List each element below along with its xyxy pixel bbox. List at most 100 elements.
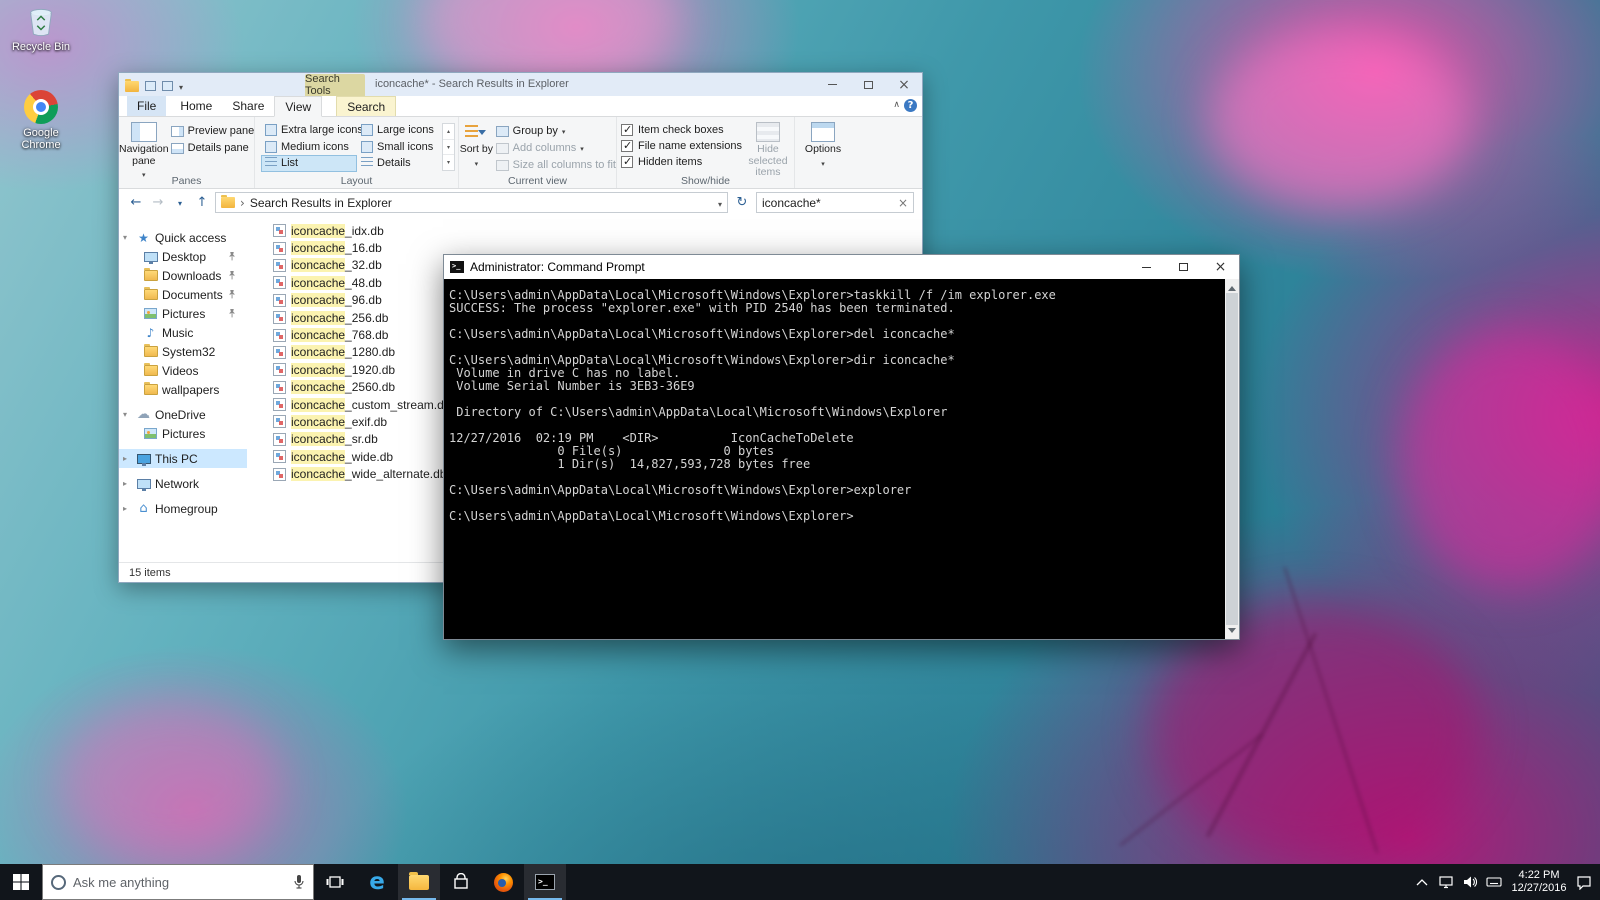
wallpaper-blob [1210, 30, 1470, 210]
network-status-button[interactable] [1434, 864, 1458, 900]
up-button[interactable] [193, 195, 211, 210]
show-hidden-icons-button[interactable] [1410, 864, 1434, 900]
tab-home[interactable]: Home [170, 96, 222, 116]
address-dropdown-icon[interactable] [718, 196, 722, 210]
gallery-more-icon[interactable] [443, 155, 454, 170]
tab-view[interactable]: View [274, 96, 323, 117]
scrollbar-thumb[interactable] [1226, 293, 1238, 625]
qat-properties-button[interactable] [145, 81, 156, 91]
search-input[interactable]: iconcache* [756, 192, 914, 213]
layout-extra-large-icons[interactable]: Extra large icons [261, 122, 363, 139]
layout-item-label: Small icons [377, 140, 434, 153]
qat-customize-chevron-icon[interactable] [179, 77, 183, 95]
gallery-scroll-down-icon[interactable] [443, 140, 454, 156]
console-scrollbar[interactable] [1225, 279, 1239, 639]
layout-large-icons[interactable]: Large icons [357, 122, 434, 139]
touch-keyboard-button[interactable] [1482, 864, 1506, 900]
refresh-icon[interactable] [732, 195, 752, 210]
close-button[interactable] [886, 73, 922, 96]
console-output[interactable]: C:\Users\admin\AppData\Local\Microsoft\W… [444, 279, 1225, 639]
size-all-columns-button[interactable]: Size all columns to fit [495, 159, 616, 171]
explorer-titlebar[interactable]: Search Tools iconcache* - Search Results… [119, 73, 922, 97]
minimize-button[interactable] [814, 73, 850, 96]
search-highlight: iconcache [291, 362, 346, 377]
layout-small-icons[interactable]: Small icons [357, 139, 433, 156]
scroll-up-icon[interactable] [1225, 279, 1239, 293]
file-name: _16.db [345, 241, 382, 256]
add-columns-button[interactable]: Add columns [495, 142, 616, 154]
sidebar-item-videos[interactable]: Videos [119, 361, 247, 380]
cortana-search-box[interactable]: Ask me anything [42, 864, 314, 900]
search-tools-contextual-tab[interactable]: Search Tools [305, 73, 365, 97]
back-button[interactable] [127, 195, 145, 210]
taskbar-command-prompt-button[interactable] [524, 864, 566, 900]
sidebar-item-documents[interactable]: Documents [119, 285, 247, 304]
taskbar-edge-button[interactable] [356, 864, 398, 900]
explorer-caption-buttons [814, 73, 922, 96]
gallery-scroll-up-icon[interactable] [443, 124, 454, 140]
sidebar-item-downloads[interactable]: Downloads [119, 266, 247, 285]
recent-locations-icon[interactable] [171, 195, 189, 210]
sidebar-item-pictures[interactable]: Pictures [119, 304, 247, 323]
maximize-button[interactable] [850, 73, 886, 96]
sidebar-item-quick-access[interactable]: Quick access [119, 228, 247, 247]
scroll-down-icon[interactable] [1225, 625, 1239, 639]
file-item[interactable]: iconcache_idx.db [273, 222, 922, 239]
taskbar-file-explorer-button[interactable] [398, 864, 440, 900]
taskbar-store-button[interactable] [440, 864, 482, 900]
sidebar-item-system32[interactable]: System32 [119, 342, 247, 361]
options-button[interactable]: Options [795, 117, 851, 188]
layout-details[interactable]: Details [357, 155, 433, 172]
item-check-boxes-checkbox[interactable]: Item check boxes [621, 123, 742, 136]
tab-share[interactable]: Share [222, 96, 274, 116]
speaker-icon [1464, 876, 1477, 888]
layout-medium-icons[interactable]: Medium icons [261, 139, 357, 156]
sidebar-item-onedrive-pictures[interactable]: Pictures [119, 424, 247, 443]
task-view-button[interactable] [314, 864, 356, 900]
file-name-extensions-checkbox[interactable]: File name extensions [621, 139, 742, 152]
sidebar-item-this-pc[interactable]: This PC [119, 449, 247, 468]
maximize-button[interactable] [1165, 255, 1202, 279]
options-label: Options [804, 143, 842, 155]
address-box[interactable]: Search Results in Explorer [215, 192, 728, 213]
chevron-down-icon[interactable] [123, 233, 132, 242]
hidden-items-checkbox[interactable]: Hidden items [621, 155, 742, 168]
action-center-button[interactable] [1572, 864, 1596, 900]
sidebar-item-homegroup[interactable]: Homegroup [119, 499, 247, 518]
ribbon-group-layout: Extra large icons Large icons Medium ico… [255, 117, 459, 188]
forward-button[interactable] [149, 195, 167, 210]
minimize-button[interactable] [1128, 255, 1165, 279]
close-button[interactable] [1202, 255, 1239, 279]
layout-list[interactable]: List [261, 155, 357, 172]
group-by-button[interactable]: Group by [495, 125, 616, 137]
chrome-icon [24, 90, 58, 124]
volume-button[interactable] [1458, 864, 1482, 900]
taskbar-clock[interactable]: 4:22 PM 12/27/2016 [1506, 864, 1572, 900]
microphone-icon[interactable] [293, 874, 305, 890]
pictures-icon [144, 308, 157, 319]
breadcrumb[interactable]: Search Results in Explorer [250, 196, 392, 210]
taskbar-firefox-button[interactable] [482, 864, 524, 900]
chevron-right-icon[interactable] [123, 454, 132, 463]
clear-search-icon[interactable] [898, 196, 908, 210]
chevron-right-icon[interactable] [123, 479, 132, 488]
desktop-icon-recycle-bin[interactable]: Recycle Bin [8, 6, 74, 53]
sidebar-item-desktop[interactable]: Desktop [119, 247, 247, 266]
sidebar-item-onedrive[interactable]: OneDrive [119, 405, 247, 424]
tab-file[interactable]: File [127, 96, 167, 116]
sidebar-item-music[interactable]: Music [119, 323, 247, 342]
console-line: C:\Users\admin\AppData\Local\Microsoft\W… [449, 327, 955, 341]
chevron-right-icon[interactable] [123, 504, 132, 513]
help-icon[interactable] [904, 99, 917, 112]
sidebar-item-network[interactable]: Network [119, 474, 247, 493]
sidebar-item-wallpapers[interactable]: wallpapers [119, 380, 247, 399]
details-pane-button[interactable]: Details pane [170, 142, 255, 154]
qat-new-folder-button[interactable] [162, 81, 173, 91]
desktop-icon-google-chrome[interactable]: Google Chrome [8, 90, 74, 151]
collapse-ribbon-icon[interactable] [893, 100, 900, 110]
start-button[interactable] [0, 864, 42, 900]
chevron-down-icon[interactable] [123, 410, 132, 419]
cmd-titlebar[interactable]: Administrator: Command Prompt [444, 255, 1239, 279]
tab-search[interactable]: Search [336, 96, 397, 116]
preview-pane-button[interactable]: Preview pane [170, 125, 254, 137]
